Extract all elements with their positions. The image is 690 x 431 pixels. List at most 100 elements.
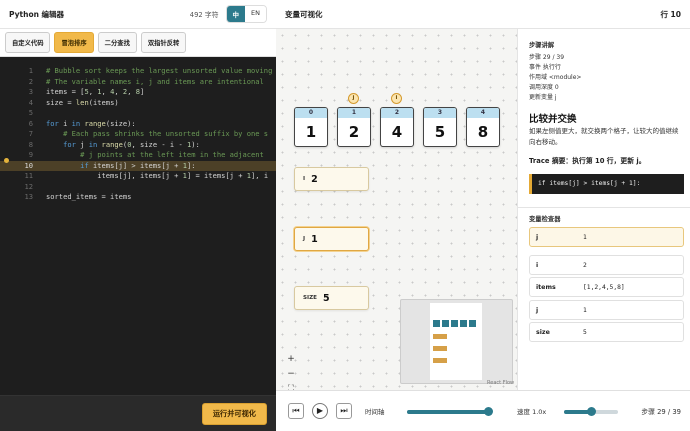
code-line[interactable]: 12 (0, 182, 276, 193)
flow-canvas[interactable]: j i 0 1 1 2 2 4 3 5 4 8 I 2 J 1 SIZE 5 +… (276, 29, 517, 390)
pointer-j-badge: j (348, 93, 359, 104)
code-line[interactable]: 5 (0, 108, 276, 119)
minimap-node (469, 320, 476, 327)
array-cell[interactable]: 3 5 (423, 107, 457, 147)
line-number: 2 (28, 76, 33, 86)
tab-bubble-sort[interactable]: 冒泡排序 (54, 32, 94, 53)
array-cell[interactable]: 4 8 (466, 107, 500, 147)
array-index: 3 (424, 108, 456, 118)
step-panel: 步骤讲解 步骤 29 / 39 事件 执行行 作用域 <module> 调用深度… (517, 29, 690, 390)
inspector-row[interactable]: size 5 (529, 322, 684, 342)
speed-slider[interactable] (564, 407, 618, 416)
variable-name: J (303, 236, 306, 242)
example-tabs: 自定义代码 冒泡排序 二分查找 双指针反转 (0, 29, 276, 57)
lang-en-button[interactable]: EN (245, 6, 266, 22)
inspector-value: 1 (583, 306, 587, 314)
fit-view-icon[interactable]: ⛶ (284, 382, 298, 390)
code-line[interactable]: 4 size = len(items) (0, 98, 276, 109)
breakpoint-marker (4, 158, 9, 163)
code-line[interactable]: 11 items[j], items[j + 1] = items[j + 1]… (0, 171, 276, 182)
array-index: 2 (381, 108, 413, 118)
code-line[interactable]: 8 for j in range(0, size - i - 1): (0, 140, 276, 151)
visualizer-header: 变量可视化 行 10 (276, 0, 690, 29)
line-content: # Each pass shrinks the unsorted suffix … (46, 129, 269, 138)
char-count: 492 字符 (189, 11, 219, 19)
line-content: items = [5, 1, 4, 2, 8] (46, 87, 145, 96)
array-value: 5 (434, 123, 446, 141)
minimap[interactable] (400, 299, 513, 384)
tab-binary-search[interactable]: 二分查找 (97, 32, 137, 53)
code-line[interactable]: 6 for i in range(size): (0, 119, 276, 130)
step-forward-icon[interactable]: ⏭ (336, 403, 352, 419)
inspector-name: j (536, 233, 539, 241)
inspector-name: i (536, 261, 539, 269)
meta-depth: 调用深度 0 (529, 84, 559, 91)
inspector-name: size (536, 328, 550, 336)
lang-zh-button[interactable]: 中 (226, 6, 246, 22)
variable-card-j[interactable]: J 1 (294, 227, 369, 251)
line-content: # Bubble sort keeps the largest unsorted… (46, 66, 273, 75)
editor-title: Python 编辑器 (9, 9, 65, 19)
inspector-row[interactable]: j 1 (529, 300, 684, 320)
inspector-row[interactable]: i 2 (529, 255, 684, 275)
inspector-title: 变量检查器 (529, 216, 561, 223)
step-description: 如果左侧值更大，就交换两个格子，让较大的值继续向右移动。 (529, 127, 679, 146)
variable-card-i[interactable]: I 2 (294, 167, 369, 191)
current-line-indicator: 行 10 (660, 9, 681, 19)
zoom-controls: + − ⛶ ■ (284, 352, 298, 390)
array-cell[interactable]: 0 1 (294, 107, 328, 147)
react-flow-attribution[interactable]: React Flow (487, 380, 514, 386)
timeline-label: 时间轴 (365, 408, 385, 416)
variable-name: SIZE (303, 295, 317, 301)
variable-name: I (303, 176, 306, 182)
line-number: 10 (24, 160, 33, 170)
code-line[interactable]: 3 items = [5, 1, 4, 2, 8] (0, 87, 276, 98)
visualizer-pane: 变量可视化 行 10 j i 0 1 1 2 2 4 3 5 4 8 I 2 J… (276, 0, 690, 431)
meta-step: 步骤 29 / 39 (529, 54, 565, 61)
array-index: 4 (467, 108, 499, 118)
run-visualize-button[interactable]: 运行并可视化 (201, 403, 267, 425)
code-line[interactable]: 10 if items[j] > items[j + 1]: (0, 160, 276, 171)
line-number: 9 (28, 150, 33, 159)
minimap-node (460, 320, 467, 327)
inspector-value: 5 (583, 328, 587, 336)
play-icon[interactable]: ▶ (312, 403, 328, 419)
variable-card-size[interactable]: SIZE 5 (294, 286, 369, 310)
code-line[interactable]: 9 # j points at the left item in the adj… (0, 150, 276, 161)
tab-two-pointer-reverse[interactable]: 双指针反转 (140, 32, 187, 53)
line-number: 3 (28, 87, 33, 96)
inspector-value: 2 (583, 261, 587, 269)
zoom-in-icon[interactable]: + (284, 352, 298, 366)
code-line[interactable]: 7 # Each pass shrinks the unsorted suffi… (0, 129, 276, 140)
inspector-value: 1 (583, 233, 587, 241)
line-number: 6 (28, 118, 33, 128)
step-explanation-title: 步骤讲解 (529, 42, 555, 49)
timeline-fill (407, 410, 489, 414)
current-code-line: if items[j] > items[j + 1]: (529, 174, 684, 194)
variable-value: 1 (311, 233, 318, 245)
minimap-viewport (430, 303, 482, 380)
editor-header: Python 编辑器 492 字符 中 EN (0, 0, 276, 29)
minimap-node (433, 320, 440, 327)
timeline-knob[interactable] (484, 407, 494, 416)
array-cell[interactable]: 2 4 (380, 107, 414, 147)
code-line[interactable]: 2 # The variable names i, j and items are… (0, 77, 276, 88)
array-cell[interactable]: 1 2 (337, 107, 371, 147)
code-line[interactable]: 13 sorted_items = items (0, 192, 276, 203)
visualizer-title: 变量可视化 (285, 9, 323, 19)
zoom-out-icon[interactable]: − (284, 367, 298, 381)
editor-footer: 运行并可视化 (0, 395, 276, 431)
step-back-icon[interactable]: ⏮ (288, 403, 304, 419)
meta-event: 事件 执行行 (529, 64, 561, 71)
variable-value: 5 (323, 292, 330, 304)
code-line[interactable]: 1 # Bubble sort keeps the largest unsorte… (0, 66, 276, 77)
array-value: 1 (305, 123, 317, 141)
inspector-row[interactable]: items [1,2,4,5,8] (529, 277, 684, 297)
line-content: sorted_items = items (46, 192, 132, 201)
code-editor[interactable]: 1 # Bubble sort keeps the largest unsorte… (0, 57, 276, 395)
inspector-row[interactable]: j 1 (529, 227, 684, 247)
editor-pane: Python 编辑器 492 字符 中 EN 自定义代码 冒泡排序 二分查找 双… (0, 0, 276, 431)
timeline-slider[interactable] (407, 407, 494, 416)
speed-knob[interactable] (587, 407, 596, 416)
tab-custom-code[interactable]: 自定义代码 (5, 32, 51, 53)
